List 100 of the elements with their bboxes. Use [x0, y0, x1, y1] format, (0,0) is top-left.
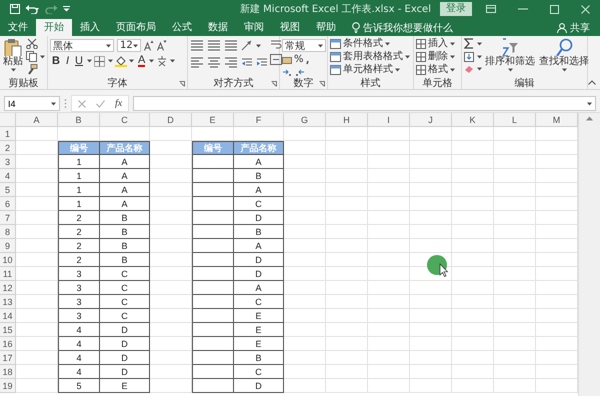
- sheet-cell[interactable]: [326, 379, 368, 393]
- sheet-cell[interactable]: [16, 323, 58, 337]
- cut-icon[interactable]: [26, 38, 38, 49]
- sheet-cell[interactable]: [410, 323, 452, 337]
- align-middle-icon[interactable]: [207, 39, 221, 52]
- caret-icon[interactable]: [128, 59, 134, 63]
- sheet-cell[interactable]: [16, 211, 58, 225]
- sheet-cell[interactable]: [16, 337, 58, 351]
- format-painter-icon[interactable]: [26, 64, 38, 75]
- wrap-text-icon[interactable]: [270, 39, 282, 50]
- sheet-cell[interactable]: [150, 267, 192, 281]
- sheet-cell[interactable]: [452, 365, 494, 379]
- sheet-cell[interactable]: [150, 295, 192, 309]
- column-header[interactable]: G: [284, 113, 326, 127]
- dialog-launcher-icon[interactable]: [179, 81, 185, 87]
- sheet-cell[interactable]: [16, 183, 58, 197]
- sheet-cell[interactable]: [368, 337, 410, 351]
- sheet-cell[interactable]: [452, 169, 494, 183]
- sheet-cell[interactable]: [368, 267, 410, 281]
- sheet-cell[interactable]: [494, 127, 536, 141]
- sheet-cell[interactable]: [368, 295, 410, 309]
- autosum-icon[interactable]: [464, 38, 474, 49]
- sheet-cell[interactable]: [452, 309, 494, 323]
- sheet-cell[interactable]: [494, 211, 536, 225]
- sheet-cell[interactable]: [452, 267, 494, 281]
- sheet-cell[interactable]: [410, 211, 452, 225]
- ribbon-tab[interactable]: 文件: [0, 19, 36, 36]
- sheet-cell[interactable]: [410, 225, 452, 239]
- sheet-cell[interactable]: [410, 169, 452, 183]
- sheet-cell[interactable]: [326, 309, 368, 323]
- save-icon[interactable]: [10, 4, 20, 14]
- column-header[interactable]: E: [192, 113, 234, 127]
- fill-color-icon[interactable]: [114, 55, 127, 67]
- sheet-cell[interactable]: [150, 351, 192, 365]
- sheet-cell[interactable]: [410, 127, 452, 141]
- sheet-cell[interactable]: [150, 225, 192, 239]
- sheet-cell[interactable]: [410, 141, 452, 155]
- row-header[interactable]: 18: [0, 365, 16, 379]
- sheet-cell[interactable]: [452, 211, 494, 225]
- cells-menu-button[interactable]: 删除: [416, 51, 455, 63]
- sheet-cell[interactable]: [368, 281, 410, 295]
- sheet-cell[interactable]: [326, 253, 368, 267]
- sheet-cell[interactable]: [284, 127, 326, 141]
- increase-font-size-icon[interactable]: [144, 40, 154, 51]
- sheet-cell[interactable]: [284, 351, 326, 365]
- sheet-cell[interactable]: [494, 267, 536, 281]
- sheet-cell[interactable]: [284, 309, 326, 323]
- sheet-cell[interactable]: [150, 379, 192, 393]
- sheet-cell[interactable]: [284, 197, 326, 211]
- sheet-cell[interactable]: [452, 337, 494, 351]
- ribbon-display-icon[interactable]: [486, 5, 496, 13]
- tell-me-search[interactable]: 告诉我你想要做什么: [363, 20, 453, 34]
- caret-icon[interactable]: [477, 67, 482, 71]
- ribbon-tab[interactable]: 开始: [36, 19, 72, 36]
- ribbon-tab[interactable]: 页面布局: [108, 19, 164, 36]
- sheet-cell[interactable]: [284, 323, 326, 337]
- column-header[interactable]: A: [16, 113, 58, 127]
- sheet-cell[interactable]: [494, 365, 536, 379]
- cancel-icon[interactable]: [78, 100, 86, 108]
- cells-menu-button[interactable]: 插入: [416, 38, 455, 50]
- sheet-cell[interactable]: [16, 351, 58, 365]
- currency-icon[interactable]: [282, 55, 292, 65]
- sheet-cell[interactable]: [452, 281, 494, 295]
- ribbon-tab[interactable]: 公式: [164, 19, 200, 36]
- sheet-cell[interactable]: [150, 337, 192, 351]
- sheet-cell[interactable]: [150, 197, 192, 211]
- copy-icon[interactable]: [26, 51, 37, 62]
- sheet-cell[interactable]: [284, 183, 326, 197]
- align-left-icon[interactable]: [190, 56, 204, 69]
- sheet-cell[interactable]: [368, 225, 410, 239]
- column-header[interactable]: C: [100, 113, 150, 127]
- sheet-cell[interactable]: [494, 337, 536, 351]
- sheet-cell[interactable]: [16, 379, 58, 393]
- sheet-cell[interactable]: [452, 183, 494, 197]
- column-header[interactable]: J: [410, 113, 452, 127]
- sheet-cell[interactable]: [16, 197, 58, 211]
- sheet-cell[interactable]: [150, 281, 192, 295]
- orientation-icon[interactable]: [241, 40, 253, 51]
- ribbon-tab[interactable]: 视图: [272, 19, 308, 36]
- sheet-cell[interactable]: [368, 197, 410, 211]
- sheet-cell[interactable]: [16, 225, 58, 239]
- column-header[interactable]: H: [326, 113, 368, 127]
- name-box[interactable]: I4: [4, 96, 60, 111]
- sheet-cell[interactable]: [16, 253, 58, 267]
- sheet-cell[interactable]: [284, 281, 326, 295]
- sheet-cell[interactable]: [326, 281, 368, 295]
- row-header[interactable]: 16: [0, 337, 16, 351]
- style-menu-button[interactable]: 套用表格格式: [330, 51, 410, 63]
- sheet-cell[interactable]: [284, 295, 326, 309]
- underline-button[interactable]: U: [73, 55, 85, 67]
- sheet-cell[interactable]: [368, 351, 410, 365]
- sheet-cell[interactable]: [452, 379, 494, 393]
- phonetic-guide-icon[interactable]: [156, 55, 168, 67]
- sheet-cell[interactable]: [368, 211, 410, 225]
- style-menu-button[interactable]: 条件格式: [330, 38, 410, 50]
- font-name-dropdown[interactable]: 黑体: [50, 39, 114, 52]
- formula-input[interactable]: [133, 96, 596, 111]
- sheet-cell[interactable]: [368, 309, 410, 323]
- collapse-ribbon-icon[interactable]: [588, 80, 596, 85]
- scroll-up-icon[interactable]: [586, 116, 593, 121]
